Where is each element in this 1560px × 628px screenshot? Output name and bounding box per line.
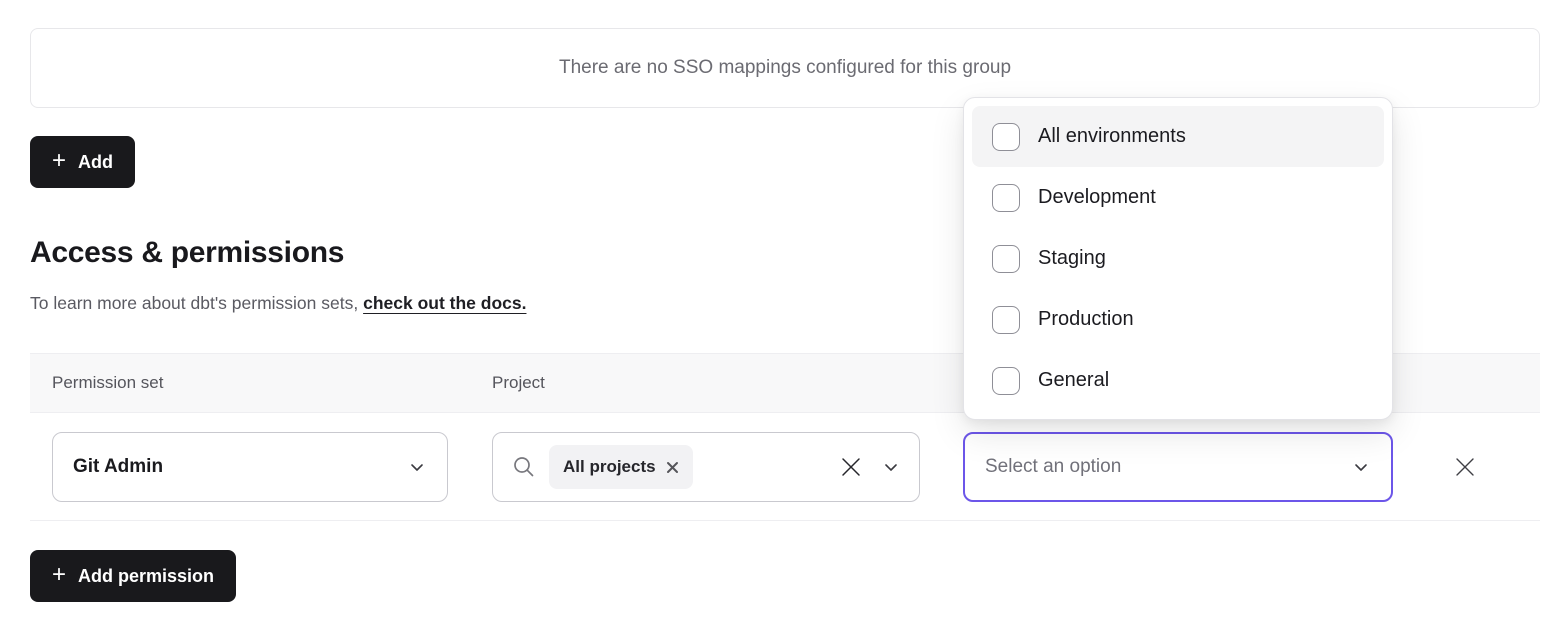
dropdown-option-staging[interactable]: Staging <box>972 228 1384 289</box>
checkbox[interactable] <box>992 184 1020 212</box>
environment-placeholder: Select an option <box>985 456 1121 478</box>
chevron-down-icon <box>881 457 901 477</box>
add-permission-button[interactable]: + Add permission <box>30 550 236 602</box>
docs-link[interactable]: check out the docs. <box>363 293 526 313</box>
permissions-description: To learn more about dbt's permission set… <box>30 293 526 314</box>
dropdown-option-label: General <box>1038 369 1109 392</box>
environment-select[interactable]: Select an option <box>963 432 1393 502</box>
project-chip: All projects <box>549 445 693 489</box>
dropdown-option-development[interactable]: Development <box>972 167 1384 228</box>
sso-empty-message: There are no SSO mappings configured for… <box>559 57 1011 79</box>
dropdown-option-label: Development <box>1038 186 1156 209</box>
permission-set-select[interactable]: Git Admin <box>52 432 448 502</box>
chip-remove-icon[interactable] <box>666 461 679 474</box>
plus-icon: + <box>52 149 66 173</box>
checkbox[interactable] <box>992 245 1020 273</box>
chevron-down-icon <box>1351 457 1371 477</box>
column-header-permission-set: Permission set <box>52 373 163 393</box>
dropdown-option-label: Staging <box>1038 247 1106 270</box>
checkbox[interactable] <box>992 306 1020 334</box>
checkbox[interactable] <box>992 367 1020 395</box>
dropdown-option-general[interactable]: General <box>972 350 1384 411</box>
dropdown-option-label: Production <box>1038 308 1134 331</box>
search-icon <box>511 454 537 480</box>
add-permission-label: Add permission <box>78 566 214 587</box>
permission-set-value: Git Admin <box>73 456 163 478</box>
add-button-label: Add <box>78 152 113 173</box>
dropdown-option-label: All environments <box>1038 125 1186 148</box>
dropdown-option-all-environments[interactable]: All environments <box>972 106 1384 167</box>
project-chip-label: All projects <box>563 457 656 477</box>
clear-selection-icon[interactable] <box>839 455 863 479</box>
remove-row-icon[interactable] <box>1453 455 1477 479</box>
column-header-project: Project <box>492 373 545 393</box>
permission-table-row: Git Admin All projects <box>30 413 1540 521</box>
dropdown-option-production[interactable]: Production <box>972 289 1384 350</box>
sso-mappings-empty-box: There are no SSO mappings configured for… <box>30 28 1540 108</box>
add-sso-mapping-button[interactable]: + Add <box>30 136 135 188</box>
checkbox[interactable] <box>992 123 1020 151</box>
access-permissions-heading: Access & permissions <box>30 236 344 270</box>
plus-icon: + <box>52 563 66 587</box>
project-select[interactable]: All projects <box>492 432 920 502</box>
group-settings-page: There are no SSO mappings configured for… <box>0 0 1560 628</box>
environment-dropdown-menu: All environments Development Staging Pro… <box>963 97 1393 420</box>
chevron-down-icon <box>407 457 427 477</box>
description-text: To learn more about dbt's permission set… <box>30 293 363 313</box>
